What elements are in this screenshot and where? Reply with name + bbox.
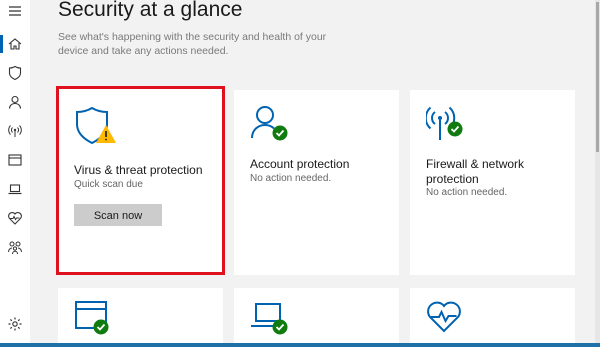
vertical-scrollbar[interactable] [595,0,600,347]
account-check-icon [250,104,290,142]
antenna-check-icon [424,104,466,142]
browser-check-icon [74,300,114,336]
tile-device-performance-health[interactable] [410,288,575,347]
browser-window-icon[interactable] [7,152,23,168]
hamburger-icon[interactable] [7,3,23,19]
person-icon[interactable] [7,94,23,110]
page-subtitle: See what's happening with the security a… [58,31,327,57]
tile-app-browser-control[interactable] [58,288,223,347]
family-icon[interactable] [7,239,23,255]
nav-selection-indicator [0,35,3,53]
home-icon[interactable] [7,36,23,52]
shield-icon[interactable] [7,65,23,81]
tile-account-protection[interactable]: Account protection No action needed. [234,90,399,275]
laptop-icon[interactable] [7,181,23,197]
heart-pulse-icon[interactable] [7,210,23,226]
scrollbar-thumb[interactable] [596,2,599,152]
window-bottom-border [0,343,600,347]
page-title: Security at a glance [58,0,243,21]
gear-icon[interactable] [7,316,23,332]
tile-firewall-network-protection[interactable]: Firewall & network protection No action … [410,90,575,275]
highlight-box [56,86,225,275]
nav-rail [0,0,30,347]
tile-firewall-status: No action needed. [426,187,508,198]
main-content: Security at a glance See what's happenin… [30,0,600,347]
wifi-antenna-icon[interactable] [7,123,23,139]
laptop-check-icon [250,302,292,338]
tile-firewall-title: Firewall & network protection [426,157,525,186]
tile-device-security[interactable] [234,288,399,347]
heart-pulse-icon [426,300,462,334]
tile-account-title: Account protection [250,157,350,171]
tile-account-status: No action needed. [250,173,332,184]
